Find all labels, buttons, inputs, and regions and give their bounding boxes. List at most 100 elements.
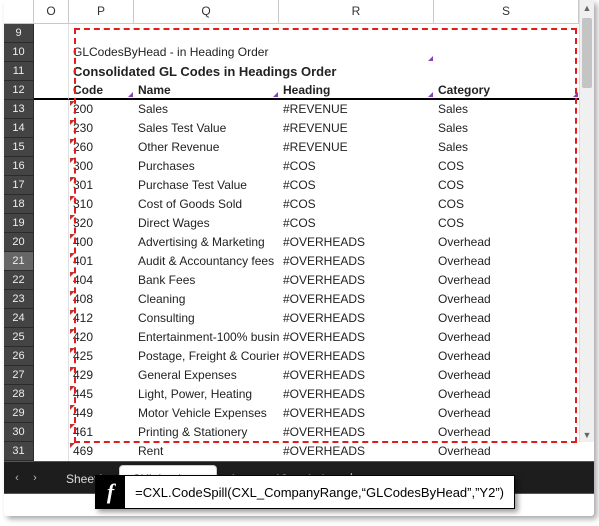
- cell-heading[interactable]: #OVERHEADS: [279, 290, 434, 309]
- row-header[interactable]: 15: [4, 138, 34, 157]
- cell-heading[interactable]: #OVERHEADS: [279, 252, 434, 271]
- cell-name[interactable]: Direct Wages: [134, 214, 279, 233]
- range-name-cell[interactable]: GLCodesByHead - in Heading Order: [69, 43, 434, 62]
- cell-o[interactable]: [34, 24, 69, 43]
- scroll-down-arrow[interactable]: ▼: [580, 427, 594, 442]
- cell-category[interactable]: Overhead: [434, 233, 579, 252]
- cell-o[interactable]: [34, 366, 69, 385]
- cell-o[interactable]: [34, 290, 69, 309]
- cell-code[interactable]: 401: [69, 252, 134, 271]
- cell-code[interactable]: 300: [69, 157, 134, 176]
- cell-code[interactable]: 445: [69, 385, 134, 404]
- cell-heading[interactable]: #COS: [279, 214, 434, 233]
- cell-code[interactable]: 461: [69, 423, 134, 442]
- row-header[interactable]: 9: [4, 24, 34, 43]
- tab-nav-prev[interactable]: ‹: [8, 469, 26, 487]
- cell-category[interactable]: Overhead: [434, 271, 579, 290]
- cell-empty[interactable]: [434, 43, 579, 62]
- row-header[interactable]: 26: [4, 347, 34, 366]
- cell-o[interactable]: [34, 347, 69, 366]
- cell-heading[interactable]: #COS: [279, 157, 434, 176]
- cell-empty[interactable]: [134, 24, 279, 43]
- cell-o[interactable]: [34, 404, 69, 423]
- cell-category[interactable]: Sales: [434, 138, 579, 157]
- cell-name[interactable]: Light, Power, Heating: [134, 385, 279, 404]
- row-header[interactable]: 22: [4, 271, 34, 290]
- cell-code[interactable]: 449: [69, 404, 134, 423]
- cell-name[interactable]: Advertising & Marketing: [134, 233, 279, 252]
- cell-heading[interactable]: #OVERHEADS: [279, 347, 434, 366]
- cell-o[interactable]: [34, 328, 69, 347]
- col-header-s[interactable]: S: [434, 0, 579, 23]
- cell-heading[interactable]: #COS: [279, 195, 434, 214]
- cell-name[interactable]: Sales: [134, 100, 279, 119]
- row-header[interactable]: 30: [4, 423, 34, 442]
- col-header-p[interactable]: P: [69, 0, 134, 23]
- cell-name[interactable]: Motor Vehicle Expenses: [134, 404, 279, 423]
- cell-category[interactable]: Overhead: [434, 290, 579, 309]
- cell-code[interactable]: 425: [69, 347, 134, 366]
- cell-code[interactable]: 320: [69, 214, 134, 233]
- cell-o[interactable]: [34, 100, 69, 119]
- row-header[interactable]: 10: [4, 43, 34, 62]
- cell-name[interactable]: Purchase Test Value: [134, 176, 279, 195]
- scroll-up-arrow[interactable]: ▲: [580, 0, 594, 15]
- cell-heading[interactable]: #OVERHEADS: [279, 366, 434, 385]
- cell-empty[interactable]: [434, 24, 579, 43]
- cell-heading[interactable]: #OVERHEADS: [279, 271, 434, 290]
- row-header[interactable]: 17: [4, 176, 34, 195]
- cell-o[interactable]: [34, 309, 69, 328]
- row-header[interactable]: 20: [4, 233, 34, 252]
- cell-heading[interactable]: #OVERHEADS: [279, 404, 434, 423]
- header-code[interactable]: Code: [69, 81, 134, 100]
- cell-name[interactable]: Sales Test Value: [134, 119, 279, 138]
- cell-heading[interactable]: #OVERHEADS: [279, 385, 434, 404]
- cell-heading[interactable]: #OVERHEADS: [279, 442, 434, 461]
- row-header[interactable]: 28: [4, 385, 34, 404]
- cell-empty[interactable]: [279, 24, 434, 43]
- row-header[interactable]: 27: [4, 366, 34, 385]
- vertical-scrollbar[interactable]: ▲ ▼: [579, 0, 594, 442]
- cell-heading[interactable]: #REVENUE: [279, 119, 434, 138]
- col-header-r[interactable]: R: [279, 0, 434, 23]
- cell-o[interactable]: [34, 252, 69, 271]
- cell-code[interactable]: 469: [69, 442, 134, 461]
- cell-name[interactable]: Cleaning: [134, 290, 279, 309]
- cell-name[interactable]: Bank Fees: [134, 271, 279, 290]
- cell-code[interactable]: 404: [69, 271, 134, 290]
- cell-category[interactable]: Sales: [434, 100, 579, 119]
- row-header[interactable]: 19: [4, 214, 34, 233]
- cell-name[interactable]: Consulting: [134, 309, 279, 328]
- row-header[interactable]: 18: [4, 195, 34, 214]
- col-header-o[interactable]: O: [34, 0, 69, 23]
- header-name[interactable]: Name: [134, 81, 279, 100]
- cell-code[interactable]: 420: [69, 328, 134, 347]
- cell-name[interactable]: Purchases: [134, 157, 279, 176]
- cell-o[interactable]: [34, 176, 69, 195]
- cell-code[interactable]: 200: [69, 100, 134, 119]
- cell-o[interactable]: [34, 157, 69, 176]
- col-header-q[interactable]: Q: [134, 0, 279, 23]
- cell-name[interactable]: Postage, Freight & Courier: [134, 347, 279, 366]
- cell-category[interactable]: COS: [434, 214, 579, 233]
- cell-name[interactable]: Rent: [134, 442, 279, 461]
- cell-o[interactable]: [34, 43, 69, 62]
- cell-name[interactable]: Audit & Accountancy fees: [134, 252, 279, 271]
- cell-code[interactable]: 260: [69, 138, 134, 157]
- cell-heading[interactable]: #REVENUE: [279, 100, 434, 119]
- row-header[interactable]: 13: [4, 100, 34, 119]
- header-category[interactable]: Category: [434, 81, 579, 100]
- row-header[interactable]: 21: [4, 252, 34, 271]
- cell-category[interactable]: Sales: [434, 119, 579, 138]
- cell-empty[interactable]: [69, 24, 134, 43]
- cell-heading[interactable]: #OVERHEADS: [279, 423, 434, 442]
- cell-o[interactable]: [34, 423, 69, 442]
- tab-nav-next[interactable]: ›: [26, 469, 44, 487]
- select-all-cell[interactable]: [4, 0, 34, 23]
- cell-code[interactable]: 429: [69, 366, 134, 385]
- scroll-thumb[interactable]: [582, 18, 592, 88]
- header-heading[interactable]: Heading: [279, 81, 434, 100]
- cell-name[interactable]: Other Revenue: [134, 138, 279, 157]
- row-header[interactable]: 12: [4, 81, 34, 100]
- cell-o[interactable]: [34, 81, 69, 100]
